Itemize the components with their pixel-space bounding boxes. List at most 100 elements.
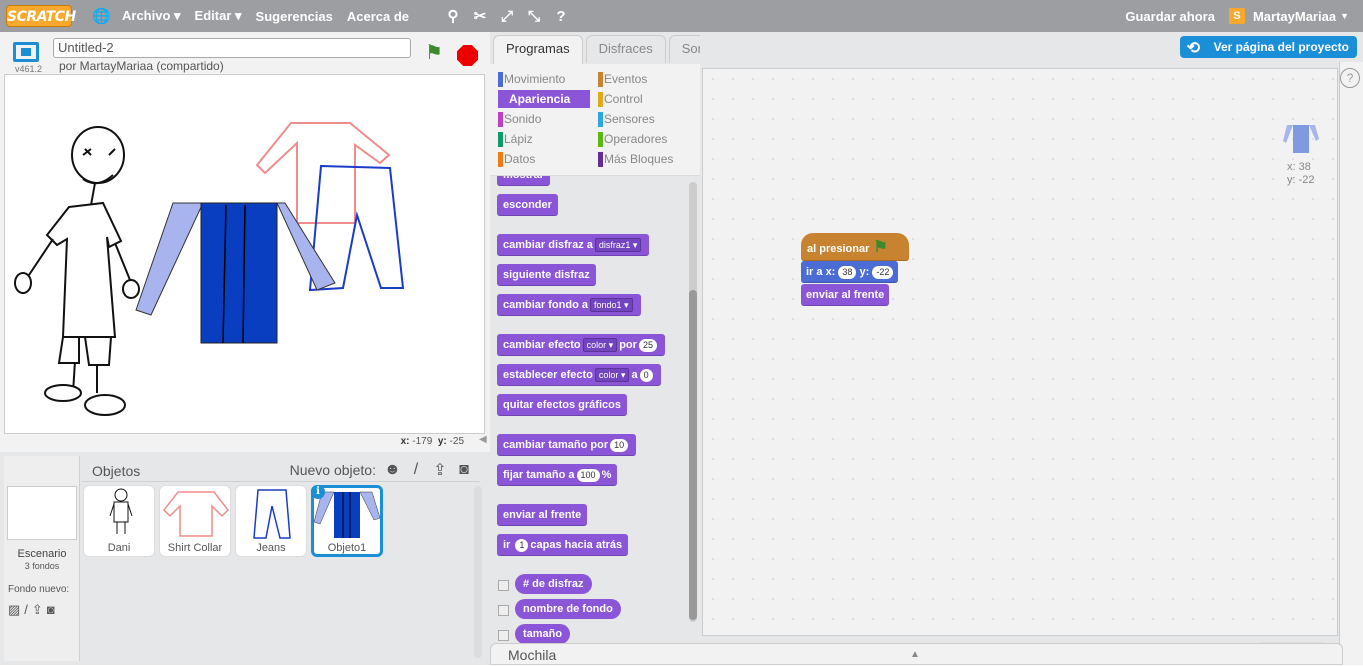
menu-sugerencias[interactable]: Sugerencias <box>256 9 333 24</box>
stage-drawing <box>14 122 405 416</box>
collapse-stage-arrow[interactable]: ◀ <box>479 434 489 452</box>
effect-value-input[interactable]: 0 <box>639 368 653 382</box>
block-mostrar[interactable]: mostrar <box>497 176 550 186</box>
upload-icon[interactable]: ⇪ <box>432 460 448 480</box>
stage-thumbnail[interactable] <box>7 486 77 540</box>
effect-dropdown[interactable]: color ▾ <box>594 368 630 383</box>
reporter-nombre-fondo[interactable]: nombre de fondo <box>515 599 621 619</box>
block-cambiar-efecto[interactable]: cambiar efecto color ▾ por 25 <box>497 334 665 356</box>
effect-amount-input[interactable]: 25 <box>638 338 657 352</box>
camera-icon[interactable]: ◙ <box>47 602 55 618</box>
block-fijar-tamano[interactable]: fijar tamaño a 100% <box>497 464 618 486</box>
category-mas-bloques[interactable]: Más Bloques <box>590 150 682 168</box>
sprite-card-jeans[interactable]: Jeans <box>235 485 307 557</box>
checkbox-num-disfraz[interactable] <box>498 580 509 591</box>
sprite-library-icon[interactable]: ☻ <box>384 461 401 479</box>
sprite-card-dani[interactable]: Dani <box>83 485 155 557</box>
chevron-up-icon[interactable]: ▲ <box>910 644 920 666</box>
help-circle-icon[interactable]: ? <box>553 8 569 25</box>
grow-icon[interactable]: ⤢ <box>499 8 515 25</box>
category-sensores[interactable]: Sensores <box>590 110 682 128</box>
menu-acerca-de[interactable]: Acerca de <box>347 9 409 24</box>
size-set-input[interactable]: 100 <box>576 468 600 482</box>
sprite-list-scrollbar[interactable] <box>474 486 482 658</box>
objects-label: Objetos <box>92 463 141 479</box>
info-icon[interactable]: i <box>311 485 325 499</box>
duplicate-stamp-icon[interactable]: ⚲ <box>445 7 461 25</box>
stage-canvas[interactable] <box>4 74 485 434</box>
block-quitar-efectos[interactable]: quitar efectos gráficos <box>497 394 627 416</box>
palette-scroll-thumb[interactable] <box>689 290 697 620</box>
user-avatar[interactable]: S <box>1228 8 1245 24</box>
new-backdrop-label: Fondo nuevo: <box>8 584 70 595</box>
chevron-down-icon[interactable]: ▼ <box>1340 11 1349 21</box>
backdrop-dropdown[interactable]: fondo1 ▾ <box>589 298 633 313</box>
reporter-tamano[interactable]: tamaño <box>515 624 571 644</box>
script-area: ⟲ Ver página del proyecto ? x: 38 y: -22 … <box>700 32 1363 665</box>
checkbox-nombre-fondo[interactable] <box>498 605 509 616</box>
cut-icon[interactable]: ✂ <box>472 7 488 25</box>
green-flag-icon: ⚑ <box>873 239 888 256</box>
shrink-icon[interactable]: ⤡ <box>526 8 542 25</box>
backpack-bar[interactable]: Mochila ▲ <box>490 643 1343 665</box>
help-button[interactable]: ? <box>1340 68 1360 88</box>
paint-brush-icon[interactable]: / <box>408 461 424 479</box>
block-enviar-al-frente[interactable]: enviar al frente <box>497 504 588 526</box>
jeans-thumbnail <box>253 489 291 539</box>
reporter-num-disfraz[interactable]: # de disfraz <box>515 574 592 594</box>
script-block-go-to-front[interactable]: enviar al frente <box>801 284 890 306</box>
see-project-page-button[interactable]: ⟲ Ver página del proyecto <box>1179 36 1357 58</box>
layers-input[interactable]: 1 <box>515 538 529 552</box>
upload-icon[interactable]: ⇪ <box>32 602 43 618</box>
paint-brush-icon[interactable]: / <box>24 602 28 618</box>
stop-sign-icon[interactable] <box>457 45 478 66</box>
stage-backdrop-count: 3 fondos <box>24 561 60 571</box>
palette-scrollbar[interactable] <box>689 182 697 622</box>
block-esconder[interactable]: esconder <box>497 194 558 216</box>
fullscreen-icon[interactable] <box>13 42 39 62</box>
username-menu[interactable]: MartayMariaa <box>1253 9 1336 24</box>
globe-icon[interactable]: 🌐 <box>92 7 111 25</box>
camera-icon[interactable]: ◙ <box>456 461 472 479</box>
category-movimiento[interactable]: Movimiento <box>490 70 582 88</box>
script-hat-when-flag-clicked[interactable]: al presionar ⚑ <box>801 233 909 261</box>
backdrop-library-icon[interactable]: ▨ <box>8 602 20 618</box>
block-siguiente-disfraz[interactable]: siguiente disfraz <box>497 264 596 286</box>
objeto1-thumbnail <box>313 491 381 538</box>
menu-archivo[interactable]: Archivo ▾ <box>122 8 181 24</box>
scripts-canvas[interactable]: x: 38 y: -22 al presionar ⚑ ir a x: 38 y:… <box>702 68 1338 664</box>
menu-editar[interactable]: Editar ▾ <box>195 8 242 24</box>
block-establecer-efecto[interactable]: establecer efecto color ▾ a 0 <box>497 364 661 386</box>
script-block-goto-xy[interactable]: ir a x: 38 y: -22 <box>801 261 899 283</box>
project-byline: por MartayMariaa (compartido) <box>59 59 224 73</box>
sprite-card-objeto1[interactable]: i Objeto1 <box>311 485 383 557</box>
save-now-button[interactable]: Guardar ahora <box>1125 9 1215 24</box>
block-cambiar-fondo[interactable]: cambiar fondo a fondo1 ▾ <box>497 294 641 316</box>
block-cambiar-disfraz[interactable]: cambiar disfraz a disfraz1 ▾ <box>497 234 650 256</box>
category-operadores[interactable]: Operadores <box>590 130 682 148</box>
sprite-card-shirt-collar[interactable]: Shirt Collar <box>159 485 231 557</box>
effect-dropdown[interactable]: color ▾ <box>582 338 618 353</box>
goto-x-input[interactable]: 38 <box>838 265 857 279</box>
project-title-input[interactable]: Untitled-2 <box>53 38 411 58</box>
goto-y-input[interactable]: -22 <box>872 265 894 279</box>
scratch-logo[interactable]: SCRATCH <box>6 5 76 27</box>
category-apariencia[interactable]: Apariencia <box>498 90 590 108</box>
mouse-x-value: -179 <box>412 436 433 447</box>
sprite-panel: Escenario 3 fondos Fondo nuevo: ▨ / ⇪ ◙ … <box>0 452 490 665</box>
category-eventos[interactable]: Eventos <box>590 70 682 88</box>
stage-header: v461.2 Untitled-2 por MartayMariaa (comp… <box>0 32 490 74</box>
category-sonido[interactable]: Sonido <box>490 110 582 128</box>
tab-disfraces[interactable]: Disfraces <box>585 35 666 63</box>
green-flag-icon[interactable]: ⚑ <box>425 43 443 63</box>
costume-dropdown[interactable]: disfraz1 ▾ <box>594 238 642 253</box>
category-control[interactable]: Control <box>590 90 682 108</box>
current-sprite-thumbnail <box>1283 125 1319 153</box>
size-change-input[interactable]: 10 <box>610 438 629 452</box>
checkbox-tamano[interactable] <box>498 630 509 641</box>
category-datos[interactable]: Datos <box>490 150 582 168</box>
tab-programas[interactable]: Programas <box>493 35 583 65</box>
block-cambiar-tamano[interactable]: cambiar tamaño por 10 <box>497 434 637 456</box>
category-lapiz[interactable]: Lápiz <box>490 130 582 148</box>
block-ir-capas[interactable]: ir 1 capas hacia atrás <box>497 534 629 556</box>
